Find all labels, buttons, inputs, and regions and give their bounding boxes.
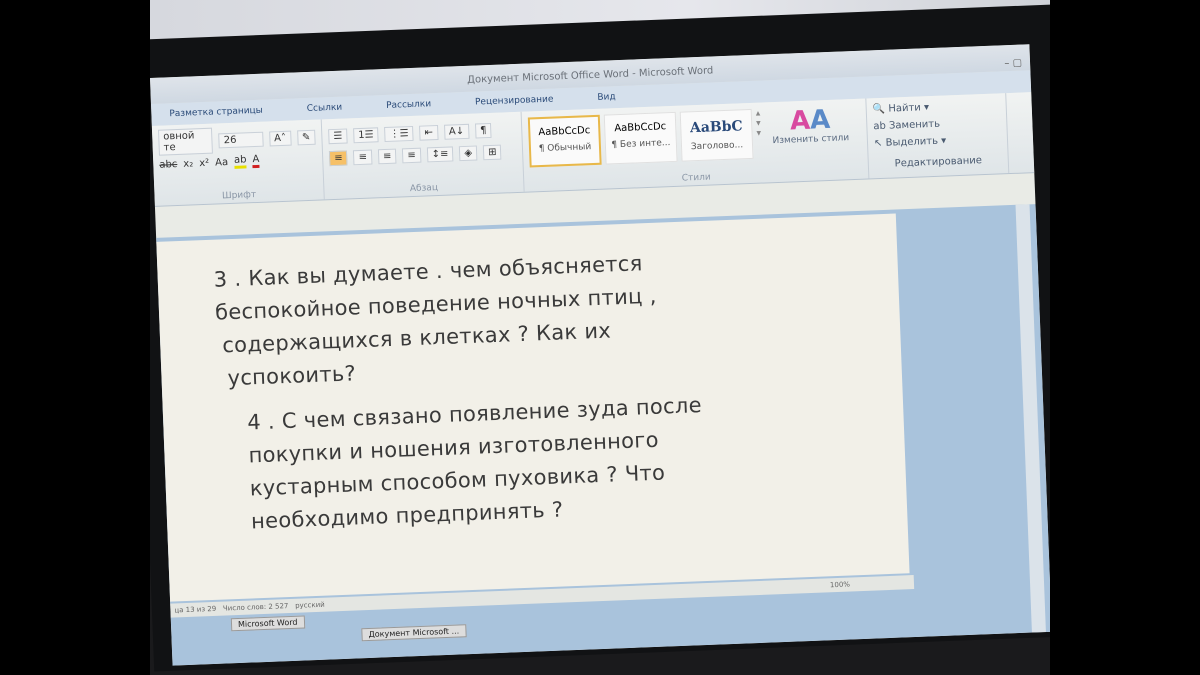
line-spacing-icon[interactable]: ↕≡ bbox=[426, 145, 454, 162]
font-name-select[interactable]: овной те bbox=[157, 127, 214, 156]
language-indicator[interactable]: русский bbox=[295, 601, 325, 610]
style-name: ¶ Без инте... bbox=[611, 138, 671, 151]
font-color-icon[interactable]: A bbox=[252, 153, 260, 169]
select-label: Выделить bbox=[885, 135, 939, 149]
question-3: 3 . Как вы думаете . чем объясняется бес… bbox=[213, 247, 660, 396]
replace-label: Заменить bbox=[888, 118, 941, 132]
document-workspace: 3 . Как вы думаете . чем объясняется бес… bbox=[156, 204, 1050, 666]
style-preview: AaBbCcDc bbox=[614, 121, 667, 135]
page-count[interactable]: ца 13 из 29 bbox=[174, 605, 216, 615]
editing-group: 🔍 Найти ▾ ab Заменить ↖ Выделить ▾ Редак… bbox=[866, 93, 1010, 179]
style-no-spacing[interactable]: AaBbCcDc ¶ Без инте... bbox=[603, 111, 678, 165]
styles-group: AaBbCcDc ¶ Обычный AaBbCcDc ¶ Без инте... … bbox=[521, 98, 870, 192]
clear-format-icon[interactable]: ✎ bbox=[296, 129, 316, 145]
strikethrough-icon[interactable]: abc bbox=[159, 159, 177, 171]
highlight-icon[interactable]: ab bbox=[233, 154, 247, 169]
styles-group-label: Стили bbox=[681, 172, 711, 184]
align-right-icon[interactable]: ≡ bbox=[377, 148, 397, 164]
change-case-icon[interactable]: Aa bbox=[215, 157, 228, 168]
style-name: ¶ Обычный bbox=[538, 142, 592, 155]
style-normal[interactable]: AaBbCcDc ¶ Обычный bbox=[527, 114, 602, 168]
style-heading[interactable]: AaBbC Заголово... bbox=[679, 108, 754, 162]
align-center-icon[interactable]: ≡ bbox=[353, 149, 373, 165]
grow-font-icon[interactable]: A˄ bbox=[268, 130, 292, 146]
borders-icon[interactable]: ⊞ bbox=[482, 144, 502, 160]
change-styles-label: Изменить стили bbox=[772, 133, 850, 147]
question-4: 4 . С чем связано появление зуда после п… bbox=[247, 389, 707, 538]
pilcrow-icon[interactable]: ¶ bbox=[474, 122, 492, 139]
multilevel-list-icon[interactable]: ⋮☰ bbox=[384, 125, 414, 142]
justify-icon[interactable]: ≡ bbox=[402, 147, 421, 163]
word-window: Документ Microsoft Office Word - Microso… bbox=[150, 44, 1050, 666]
font-group: овной те 26 A˄ ✎ abc x₂ x² Aa ab A Шрифт bbox=[151, 119, 325, 206]
document-page[interactable]: 3 . Как вы думаете . чем объясняется бес… bbox=[156, 213, 910, 602]
photo: Документ Microsoft Office Word - Microso… bbox=[150, 0, 1050, 675]
taskbar-item-word[interactable]: Microsoft Word bbox=[230, 615, 305, 632]
word-count[interactable]: Число слов: 2 527 bbox=[223, 602, 289, 613]
taskbar-item-document[interactable]: Документ Microsoft ... bbox=[361, 624, 467, 642]
style-preview: AaBbCcDc bbox=[538, 125, 591, 139]
subscript-icon[interactable]: x₂ bbox=[183, 158, 193, 169]
editing-group-label: Редактирование bbox=[894, 155, 983, 170]
find-label: Найти bbox=[888, 102, 922, 115]
replace-button[interactable]: ab Заменить bbox=[873, 116, 1000, 133]
change-styles-icon: AA bbox=[789, 104, 831, 137]
tab-page-layout[interactable]: Разметка страницы bbox=[169, 106, 263, 120]
window-controls[interactable]: – ▢ bbox=[1004, 49, 1023, 80]
align-left-icon[interactable]: ≡ bbox=[328, 149, 348, 166]
tab-references[interactable]: Ссылки bbox=[307, 103, 343, 114]
tab-view[interactable]: Вид bbox=[597, 92, 616, 103]
numbering-icon[interactable]: 1☰ bbox=[353, 126, 379, 143]
tab-mailings[interactable]: Рассылки bbox=[386, 99, 431, 111]
bullets-icon[interactable]: ☰ bbox=[328, 127, 348, 144]
find-button[interactable]: 🔍 Найти ▾ bbox=[873, 99, 1000, 115]
font-group-label: Шрифт bbox=[221, 190, 257, 202]
zoom-level[interactable]: 100% bbox=[830, 578, 851, 593]
font-size-select[interactable]: 26 bbox=[218, 131, 264, 148]
select-button[interactable]: ↖ Выделить ▾ bbox=[874, 133, 1001, 149]
style-preview: AaBbC bbox=[689, 118, 743, 137]
shading-icon[interactable]: ◈ bbox=[459, 145, 478, 161]
window-title: Документ Microsoft Office Word - Microso… bbox=[466, 65, 714, 86]
paragraph-group: ☰ 1☰ ⋮☰ ⇤ A↓ ¶ ≡ ≡ ≡ ≡ ↕≡ ◈ ⊞ Абзац bbox=[321, 111, 525, 200]
superscript-icon[interactable]: x² bbox=[199, 157, 209, 168]
tab-review[interactable]: Рецензирование bbox=[475, 95, 554, 108]
style-name: Заголово... bbox=[690, 140, 744, 153]
decrease-indent-icon[interactable]: ⇤ bbox=[419, 124, 439, 141]
paragraph-group-label: Абзац bbox=[409, 183, 439, 195]
sort-icon[interactable]: A↓ bbox=[443, 123, 470, 140]
